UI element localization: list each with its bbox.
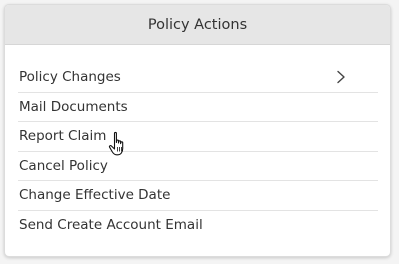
- menu-item-change-effective-date[interactable]: Change Effective Date: [18, 181, 378, 211]
- menu-item-label: Mail Documents: [19, 98, 128, 115]
- panel-title: Policy Actions: [5, 5, 390, 45]
- policy-actions-menu: Policy Changes Mail Documents Report Cla…: [18, 63, 378, 240]
- menu-item-label: Report Claim: [19, 128, 107, 145]
- menu-item-cancel-policy[interactable]: Cancel Policy: [18, 152, 378, 181]
- menu-item-report-claim[interactable]: Report Claim: [18, 122, 378, 152]
- menu-item-label: Send Create Account Email: [19, 217, 203, 234]
- policy-actions-panel: Policy Actions Policy Changes Mail Docum…: [4, 4, 391, 257]
- menu-item-label: Policy Changes: [19, 69, 121, 86]
- menu-item-label: Cancel Policy: [19, 157, 108, 174]
- menu-item-label: Change Effective Date: [19, 187, 171, 204]
- menu-item-mail-documents[interactable]: Mail Documents: [18, 93, 378, 122]
- menu-item-policy-changes[interactable]: Policy Changes: [18, 63, 378, 93]
- menu-item-send-create-account-email[interactable]: Send Create Account Email: [18, 211, 378, 241]
- chevron-right-icon: [337, 71, 345, 84]
